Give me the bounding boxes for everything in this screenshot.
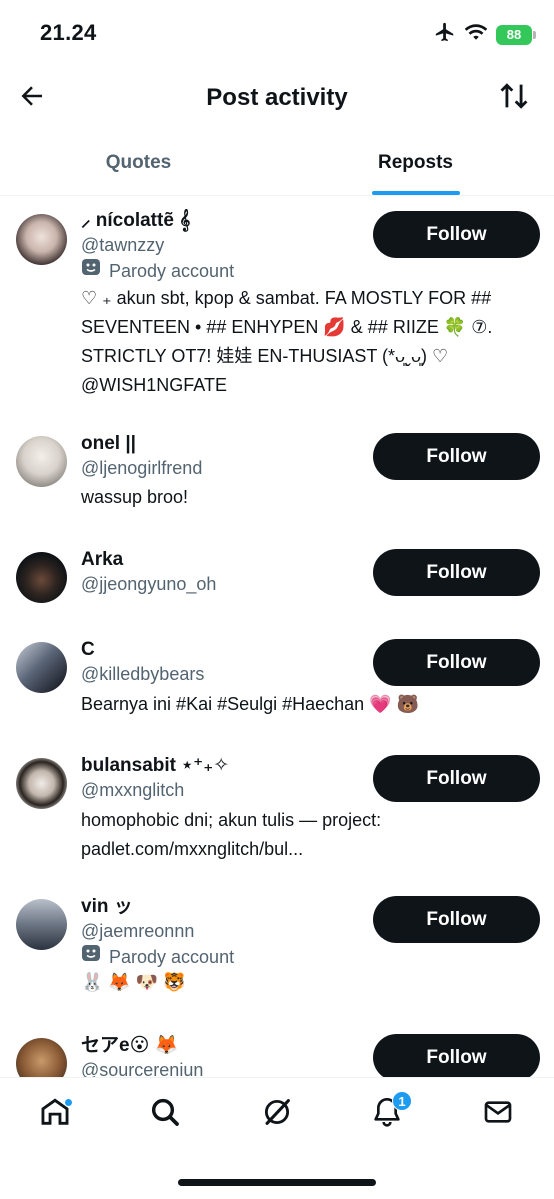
header: Post activity: [0, 64, 554, 130]
handle: @jjeongyuno_oh: [81, 574, 217, 594]
avatar[interactable]: [16, 552, 67, 603]
theater-masks-icon: [81, 257, 101, 284]
display-name: ⸝ nícolattẽ 𝄞: [81, 210, 191, 231]
display-name: セアe😮 🦊: [81, 1035, 179, 1056]
page-title: Post activity: [206, 84, 348, 111]
bio: ♡ ₊ akun sbt, kpop & sambat. FA MOSTLY F…: [81, 288, 493, 395]
nav-home[interactable]: [31, 1090, 79, 1138]
follow-button[interactable]: Follow: [373, 549, 540, 596]
display-name: vin ッ: [81, 896, 133, 917]
parody-label: Parody account: [81, 257, 366, 284]
nav-search[interactable]: [141, 1090, 189, 1138]
parody-text: Parody account: [109, 946, 235, 967]
bio: wassup broo!: [81, 487, 189, 507]
bio: homophobic dni; akun tulis — project: pa…: [81, 810, 382, 859]
avatar[interactable]: [16, 214, 67, 265]
status-icons: 88: [434, 21, 536, 48]
parody-text: Parody account: [109, 260, 235, 281]
avatar[interactable]: [16, 899, 67, 950]
follow-button[interactable]: Follow: [373, 1034, 540, 1077]
tab-reposts[interactable]: Reposts: [277, 130, 554, 195]
display-name: bulansabit ⋆⁺₊✧: [81, 755, 230, 776]
tab-reposts-label: Reposts: [378, 151, 453, 173]
active-tab-indicator: [371, 191, 460, 195]
messages-icon: [482, 1096, 514, 1133]
avatar[interactable]: [16, 1038, 67, 1077]
wifi-icon: [464, 23, 488, 46]
airplane-icon: [434, 21, 456, 48]
avatar[interactable]: [16, 436, 67, 487]
bio: Bearnya ini #Kai #Seulgi #Haechan 💗 🐻: [81, 694, 420, 714]
handle: @ljenogirlfrend: [81, 458, 203, 478]
handle: @mxxnglitch: [81, 780, 185, 800]
tab-quotes[interactable]: Quotes: [0, 130, 277, 195]
reposts-list: ⸝ nícolattẽ 𝄞 @tawnzzy Parody account Fo…: [0, 197, 554, 1077]
battery-level: 88: [506, 27, 522, 42]
handle: @sourcereniun: [81, 1060, 204, 1077]
tab-bar: Quotes Reposts: [0, 130, 554, 196]
handle: @jaemreonnn: [81, 921, 195, 941]
grok-icon: [260, 1095, 294, 1134]
bio: 🐰 🦊 🐶 🐯: [81, 972, 186, 992]
home-unread-dot: [64, 1098, 73, 1107]
follow-button[interactable]: Follow: [373, 211, 540, 258]
tab-quotes-label: Quotes: [105, 151, 172, 173]
nav-notifications[interactable]: 1: [363, 1090, 412, 1138]
follow-button[interactable]: Follow: [373, 433, 540, 480]
home-indicator: [178, 1179, 376, 1186]
sort-button[interactable]: [494, 78, 534, 118]
display-name: onel ||: [81, 433, 136, 454]
search-icon: [149, 1096, 181, 1133]
handle: @tawnzzy: [81, 235, 165, 255]
notifications-badge: 1: [392, 1091, 412, 1111]
nav-messages[interactable]: [474, 1090, 522, 1138]
battery-icon: 88: [496, 24, 536, 45]
nav-grok[interactable]: [253, 1090, 301, 1138]
sort-arrows-icon: [497, 79, 531, 118]
follow-button[interactable]: Follow: [373, 755, 540, 802]
avatar[interactable]: [16, 758, 67, 809]
theater-masks-icon: [81, 943, 101, 970]
handle: @killedbybears: [81, 664, 205, 684]
status-bar: 21.24 88: [0, 0, 554, 64]
avatar[interactable]: [16, 642, 67, 693]
display-name: C: [81, 639, 95, 660]
follow-button[interactable]: Follow: [373, 896, 540, 943]
display-name: Arka: [81, 549, 124, 570]
status-time: 21.24: [40, 20, 97, 45]
parody-label: Parody account: [81, 943, 366, 970]
follow-button[interactable]: Follow: [373, 639, 540, 686]
